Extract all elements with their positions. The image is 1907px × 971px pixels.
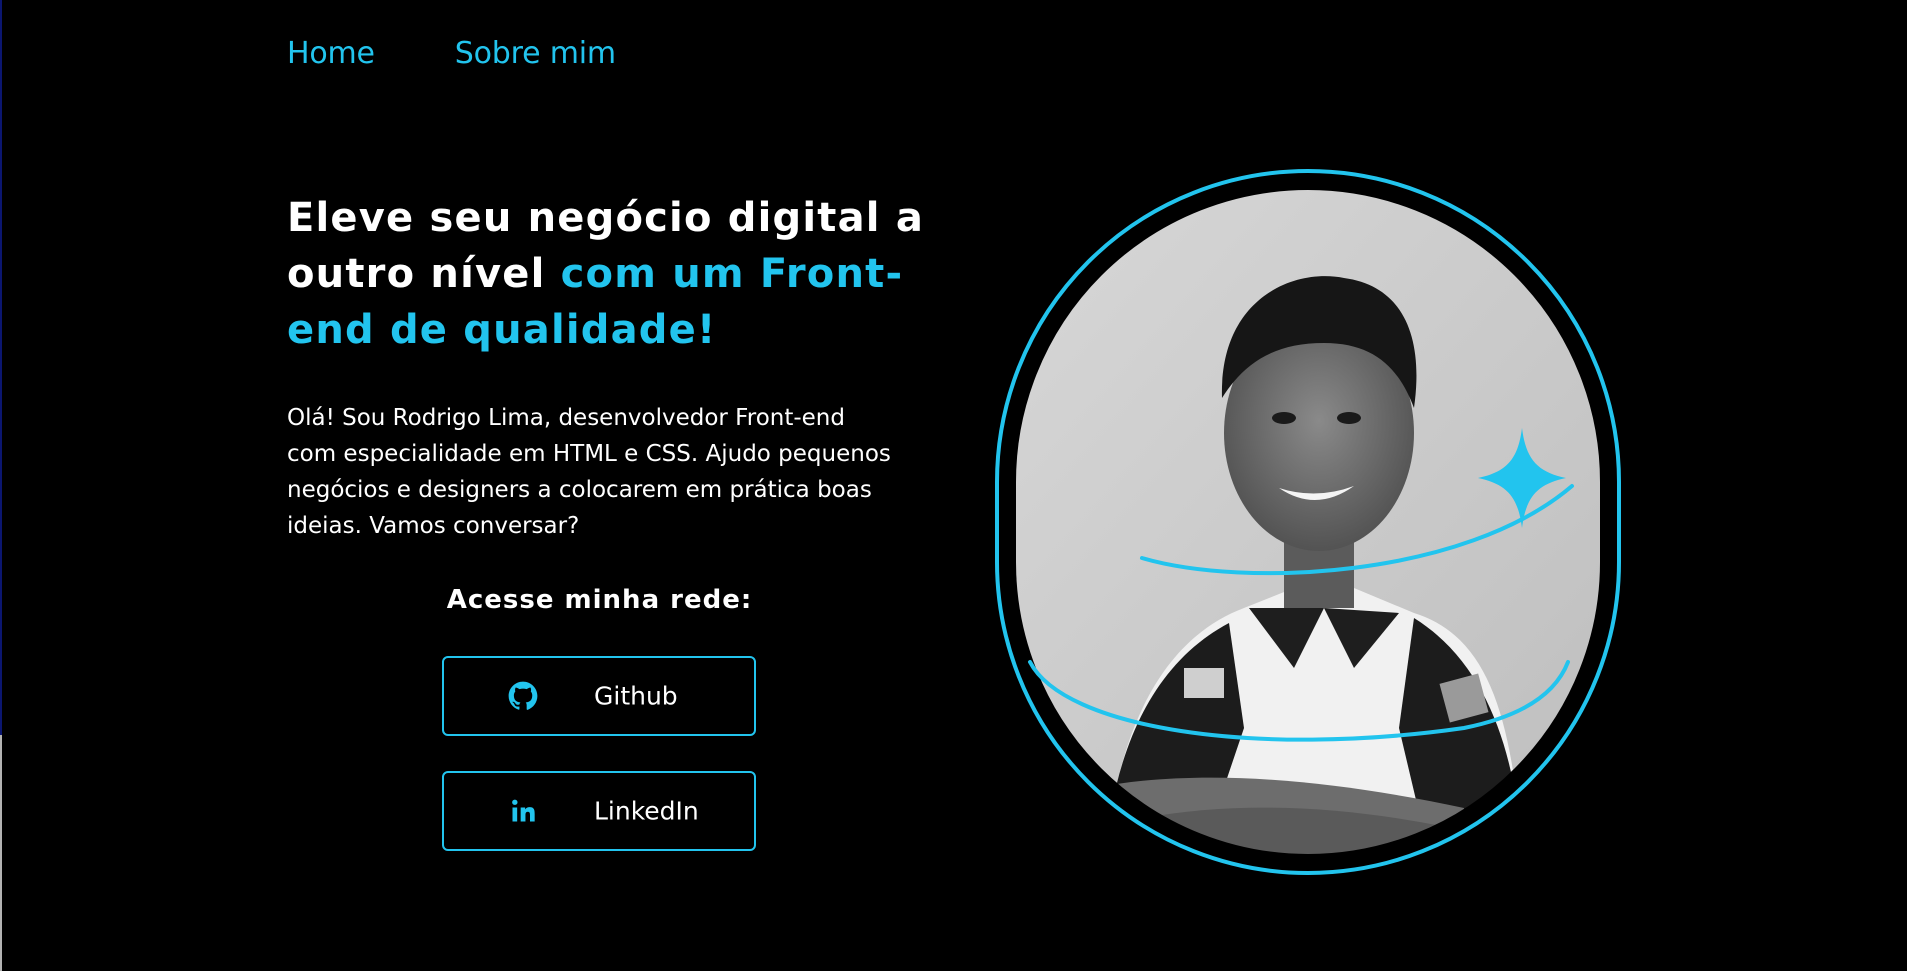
hero-headline: Eleve seu negócio digital a outro nível … <box>287 190 927 358</box>
network-title: Acesse minha rede: <box>446 585 753 615</box>
github-icon <box>508 681 538 711</box>
github-button[interactable]: Github <box>442 656 756 736</box>
top-nav: Home Sobre mim <box>287 36 616 71</box>
portrait-illustration <box>995 169 1621 875</box>
left-edge-strip <box>0 0 2 735</box>
nav-about-link[interactable]: Sobre mim <box>455 36 616 71</box>
nav-home-link[interactable]: Home <box>287 36 375 71</box>
hero-intro: Olá! Sou Rodrigo Lima, desenvolvedor Fro… <box>287 405 891 539</box>
page: Home Sobre mim Eleve seu negócio digital… <box>0 0 1907 971</box>
left-edge-strip-bottom <box>0 735 2 971</box>
linkedin-button[interactable]: LinkedIn <box>442 771 756 851</box>
github-label: Github <box>594 681 678 711</box>
linkedin-icon <box>508 796 538 826</box>
linkedin-label: LinkedIn <box>594 796 699 826</box>
portrait-frame <box>994 168 1622 876</box>
